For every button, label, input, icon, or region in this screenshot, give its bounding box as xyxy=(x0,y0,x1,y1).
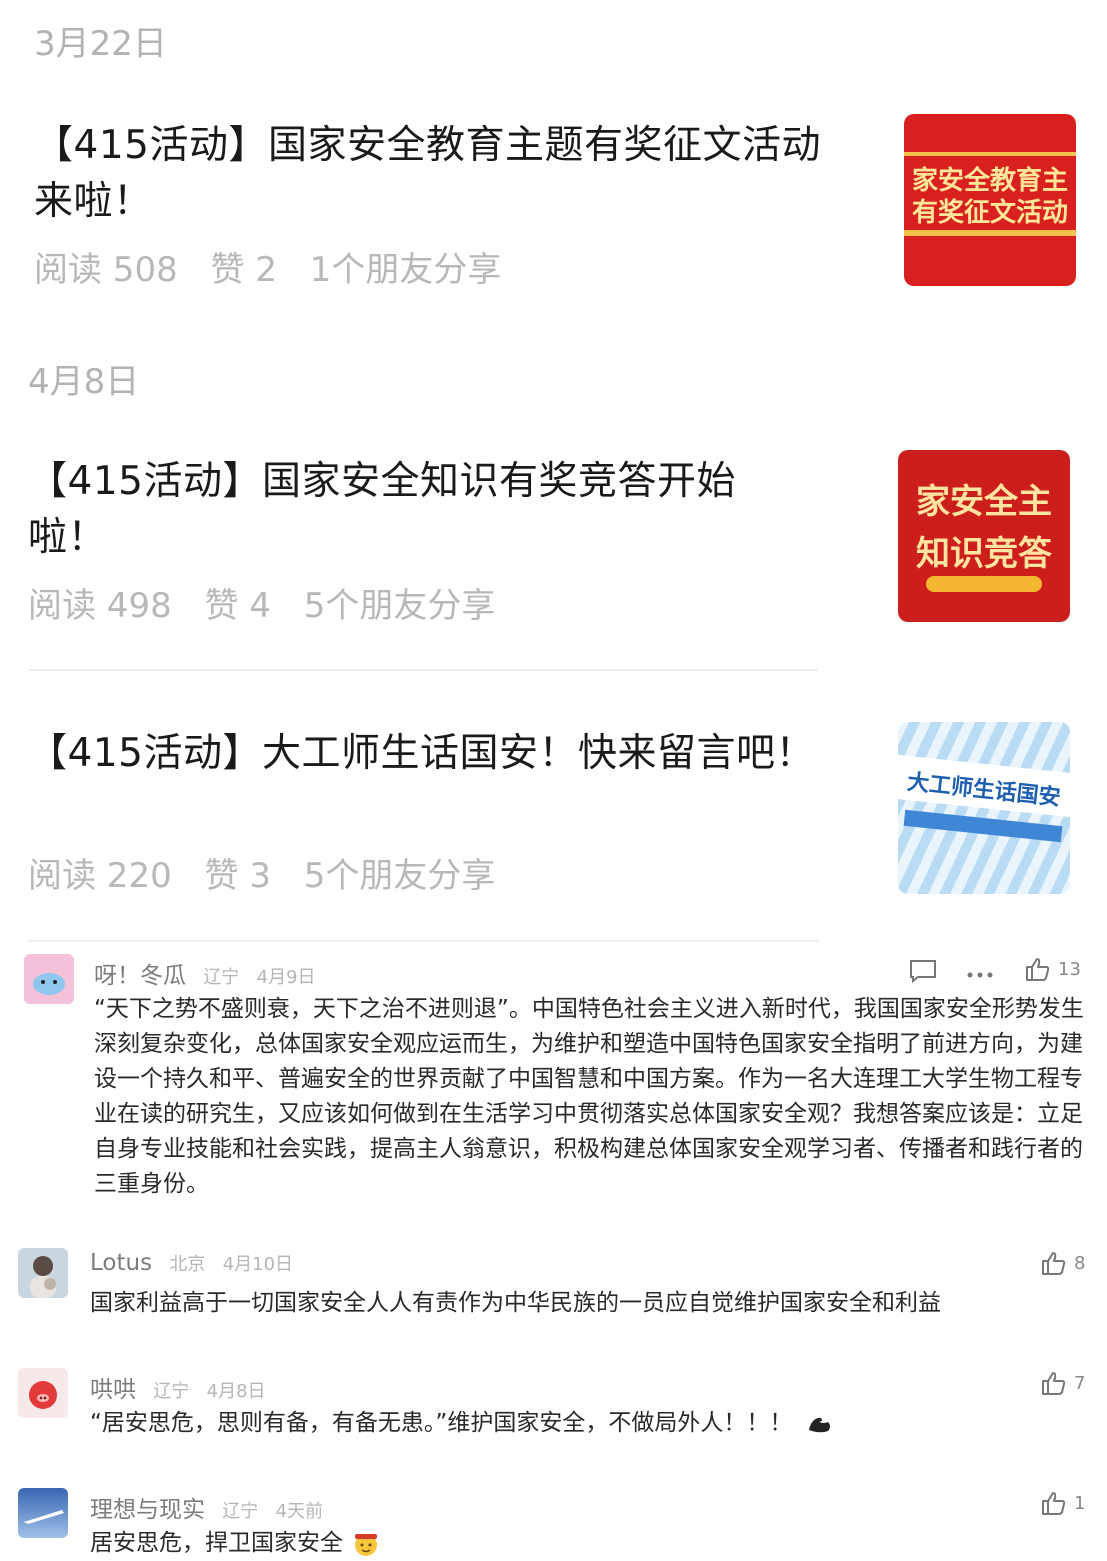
comment-item: 呀！冬瓜 辽宁 4月9日 13 “天下之势不盛则衰，天下之治不进则退”。中国特色… xyxy=(0,952,1107,1202)
article-stats: 阅读 220 赞 3 5个朋友分享 xyxy=(28,848,517,897)
read-count: 阅读 508 xyxy=(34,250,178,290)
commenter-location: 辽宁 xyxy=(203,967,240,988)
commenter-location: 北京 xyxy=(169,1254,206,1275)
comment-text: “天下之势不盛则衰，天下之治不进则退”。中国特色社会主义进入新时代，我国国家安全… xyxy=(94,996,1084,1197)
divider xyxy=(28,940,818,942)
thumbs-up-icon xyxy=(1026,958,1050,981)
article-stats: 阅读 508 赞 2 1个朋友分享 xyxy=(34,242,523,291)
commenter-location: 辽宁 xyxy=(153,1381,190,1402)
read-count: 阅读 498 xyxy=(28,586,172,626)
comment-date: 4月9日 xyxy=(256,967,316,988)
like-count: 13 xyxy=(1058,958,1081,980)
like-count: 1 xyxy=(1074,1492,1086,1514)
avatar[interactable] xyxy=(18,1248,68,1298)
thumbs-up-icon xyxy=(1042,1492,1066,1515)
thumbs-up-icon xyxy=(1042,1252,1066,1275)
article-thumbnail[interactable]: 家安全教育主 有奖征文活动 xyxy=(904,114,1076,286)
like-button[interactable]: 13 xyxy=(1024,956,1081,982)
comment-date: 4天前 xyxy=(275,1501,324,1522)
read-count: 阅读 220 xyxy=(28,856,172,896)
comment-date: 4月8日 xyxy=(206,1381,266,1402)
comment-header: 理想与现实 辽宁 4天前 xyxy=(90,1490,333,1524)
share-count: 5个朋友分享 xyxy=(303,856,496,896)
more-options-icon[interactable] xyxy=(966,964,994,983)
comment-item: Lotus 北京 4月10日 8 国家利益高于一切国家安全人人有责作为中华民族的… xyxy=(0,1246,1107,1326)
avatar[interactable] xyxy=(18,1488,68,1538)
comment-item: 哄哄 辽宁 4月8日 7 “居安思危，思则有备，有备无患。”维护国家安全，不做局… xyxy=(0,1366,1107,1446)
flexed-arm-emoji-icon xyxy=(808,1417,830,1432)
avatar[interactable] xyxy=(24,954,74,1004)
date-header: 4月8日 xyxy=(28,362,140,402)
like-count: 赞 2 xyxy=(210,250,277,290)
comment-header: Lotus 北京 4月10日 xyxy=(90,1250,303,1276)
commenter-name[interactable]: 理想与现实 xyxy=(90,1497,205,1523)
salute-emoji-icon xyxy=(355,1533,378,1556)
divider xyxy=(28,669,818,671)
comment-text-content: 居安思危，捍卫国家安全 xyxy=(90,1530,343,1556)
commenter-name[interactable]: 哄哄 xyxy=(90,1377,136,1403)
thumbnail-caption: 知识竞答 xyxy=(916,534,1052,574)
article-stats: 阅读 498 赞 4 5个朋友分享 xyxy=(28,578,517,627)
thumbnail-caption: 有奖征文活动 xyxy=(911,198,1068,228)
thumbs-up-icon xyxy=(1042,1372,1066,1395)
like-button[interactable]: 1 xyxy=(1040,1490,1085,1516)
comment-header: 呀！冬瓜 辽宁 4月9日 xyxy=(94,956,326,990)
commenter-location: 辽宁 xyxy=(222,1501,259,1522)
commenter-name[interactable]: Lotus xyxy=(90,1250,152,1276)
article-title[interactable]: 【415活动】国家安全知识有奖竞答开始啦！ xyxy=(28,454,808,566)
thumbnail-caption: 家安全主 xyxy=(916,482,1052,522)
comment-date: 4月10日 xyxy=(222,1254,294,1275)
like-count: 赞 3 xyxy=(204,856,271,896)
article-title[interactable]: 【415活动】大工师生话国安！快来留言吧！ xyxy=(28,726,818,782)
date-header: 3月22日 xyxy=(34,24,167,64)
like-count: 8 xyxy=(1074,1252,1086,1274)
like-button[interactable]: 7 xyxy=(1040,1370,1085,1396)
comment-item: 理想与现实 辽宁 4天前 1 居安思危，捍卫国家安全 xyxy=(0,1486,1107,1556)
reply-icon[interactable] xyxy=(908,958,938,988)
comment-text: “居安思危，思则有备，有备无患。”维护国家安全，不做局外人！！！ xyxy=(90,1406,1080,1441)
article-title[interactable]: 【415活动】国家安全教育主题有奖征文活动来啦！ xyxy=(34,118,854,230)
commenter-name[interactable]: 呀！冬瓜 xyxy=(94,963,186,989)
share-count: 5个朋友分享 xyxy=(303,586,496,626)
avatar[interactable] xyxy=(18,1368,68,1418)
like-button[interactable]: 8 xyxy=(1040,1250,1085,1276)
article-thumbnail[interactable]: 家安全主 知识竞答 xyxy=(898,450,1070,622)
like-count: 赞 4 xyxy=(204,586,271,626)
comment-text: 国家利益高于一切国家安全人人有责作为中华民族的一员应自觉维护国家安全和利益 xyxy=(90,1290,941,1316)
article-thumbnail[interactable]: 大工师生话国安 xyxy=(898,722,1070,894)
like-count: 7 xyxy=(1074,1372,1086,1394)
comment-header: 哄哄 辽宁 4月8日 xyxy=(90,1370,276,1404)
comment-text-content: “居安思危，思则有备，有备无患。”维护国家安全，不做局外人！！！ xyxy=(90,1410,793,1436)
share-count: 1个朋友分享 xyxy=(309,250,502,290)
